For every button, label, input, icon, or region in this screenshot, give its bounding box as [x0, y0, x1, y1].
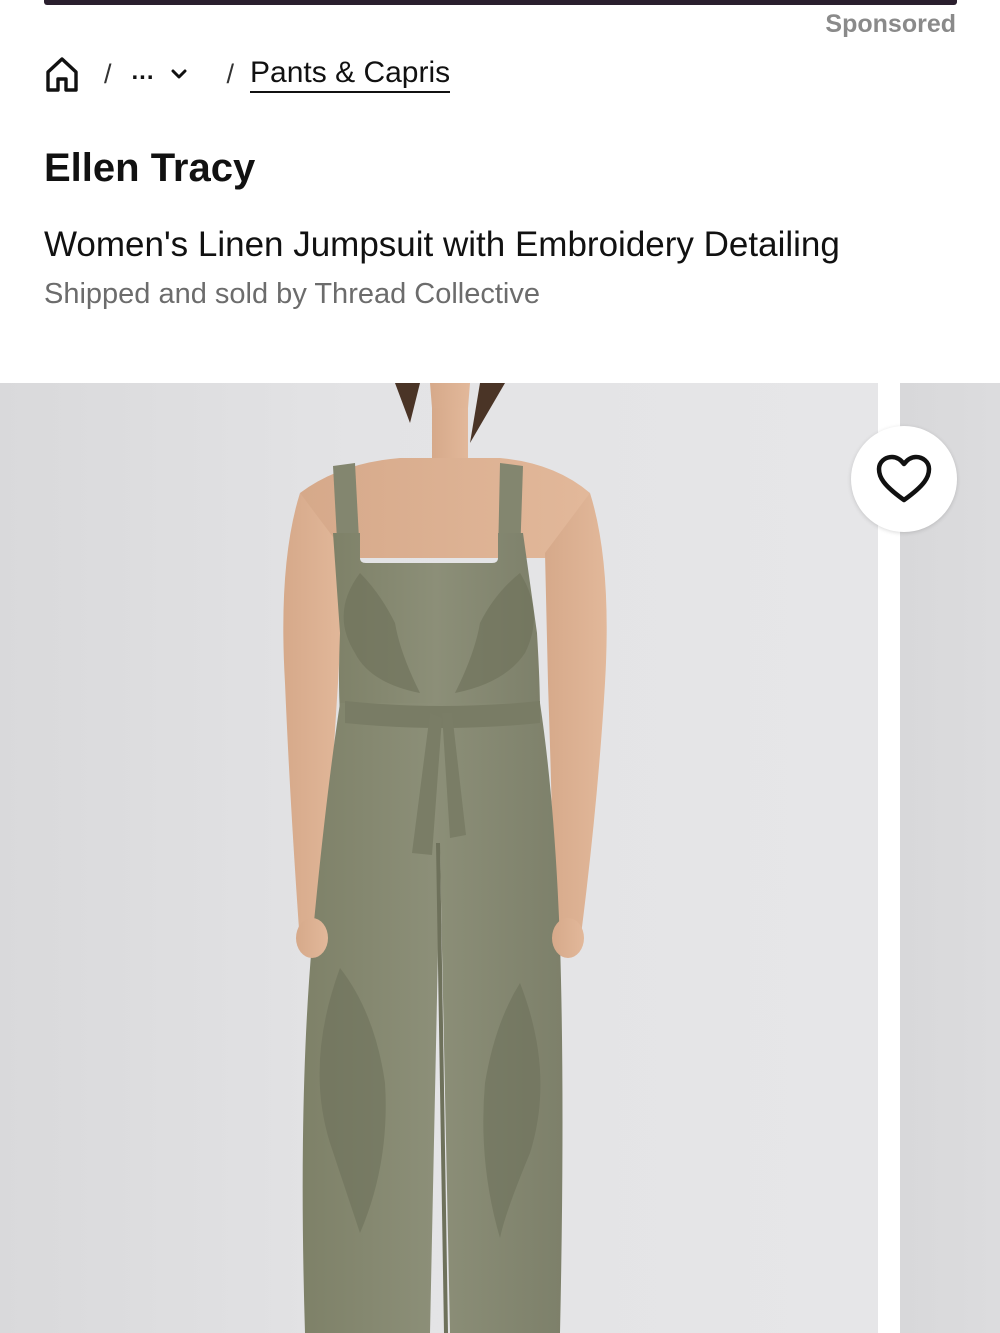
brand-name[interactable]: Ellen Tracy [44, 146, 255, 191]
ad-banner-edge[interactable] [44, 0, 957, 5]
breadcrumb-more-button[interactable]: ... [131, 58, 187, 88]
home-icon[interactable] [44, 54, 82, 94]
product-image [283, 383, 607, 1333]
product-page: Sponsored / ... / Pants & Capris Ellen T… [0, 0, 1000, 1333]
sponsored-label: Sponsored [825, 10, 956, 38]
seller-info: Shipped and sold by Thread Collective [44, 278, 541, 310]
chevron-down-icon [171, 68, 187, 80]
favorite-button[interactable] [851, 426, 957, 532]
product-title: Women's Linen Jumpsuit with Embroidery D… [44, 225, 840, 264]
breadcrumb-link-pants-capris[interactable]: Pants & Capris [250, 56, 451, 93]
heart-icon [876, 454, 932, 503]
breadcrumb-ellipsis: ... [131, 58, 155, 85]
breadcrumb-separator: / [104, 58, 112, 89]
breadcrumb-separator: / [226, 58, 235, 89]
product-image-slide[interactable] [0, 383, 878, 1333]
breadcrumb: / ... / Pants & Capris [44, 52, 451, 96]
product-image-carousel[interactable] [0, 383, 1000, 1333]
